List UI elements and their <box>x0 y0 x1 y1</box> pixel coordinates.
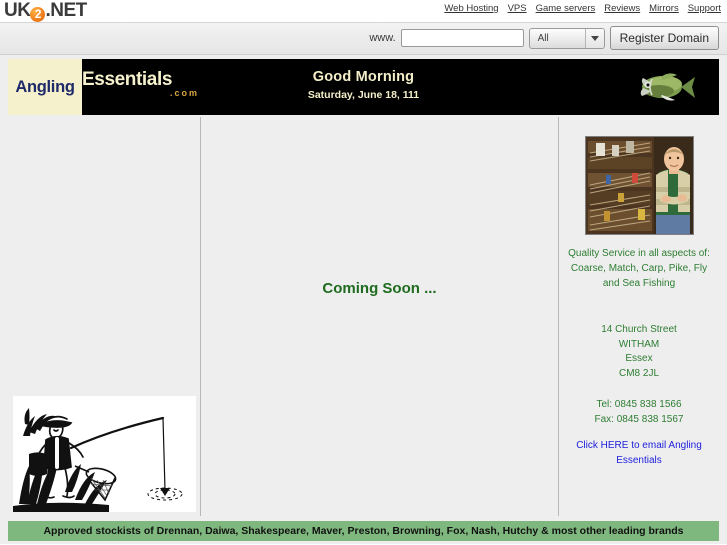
email-link[interactable]: Click HERE to email Angling Essentials <box>565 439 713 468</box>
chevron-down-icon <box>584 28 604 48</box>
left-column <box>8 117 200 516</box>
phone-block: Tel: 0845 838 1566 Fax: 0845 838 1567 <box>559 398 719 427</box>
site-page: Angling Essentials .com Good Morning Sat… <box>0 55 727 544</box>
greeting-date: Saturday, June 18, 111 <box>307 89 420 101</box>
site-header-banner: Angling Essentials .com Good Morning Sat… <box>8 59 719 115</box>
center-column: Coming Soon ... <box>201 117 558 516</box>
nav-link-vps[interactable]: VPS <box>508 3 527 14</box>
domain-search-bar: www. All Register Domain <box>0 22 727 55</box>
tld-select[interactable]: All <box>528 27 605 49</box>
stockists-text: Approved stockists of Drennan, Daiwa, Sh… <box>43 525 684 537</box>
greeting-text: Good Morning <box>312 69 415 85</box>
address-line-2: WITHAM <box>618 338 660 350</box>
nav-link-web-hosting[interactable]: Web Hosting <box>444 3 498 14</box>
www-prefix-label: www. <box>369 32 396 44</box>
register-domain-button[interactable]: Register Domain <box>609 26 719 50</box>
fax-number: Fax: 0845 838 1567 <box>594 413 684 425</box>
fisherman-illustration <box>13 396 196 512</box>
telephone-number: Tel: 0845 838 1566 <box>596 399 682 410</box>
nav-link-reviews[interactable]: Reviews <box>604 3 640 14</box>
uk2-logo-prefix: UK <box>4 0 31 21</box>
quality-service-text: Quality Service in all aspects of: Coars… <box>568 248 710 289</box>
uk2-globe-icon: 2 <box>30 7 46 22</box>
uk2-nav: Web Hosting VPS Game servers Reviews Mirrors… <box>435 3 721 14</box>
tld-select-value: All <box>537 32 549 44</box>
fish-image <box>640 73 695 101</box>
uk2-top-bar: UK 2 .NET Web Hosting VPS Game servers Review… <box>0 0 727 22</box>
uk2-logo[interactable]: UK 2 .NET <box>4 1 87 22</box>
domain-name-input[interactable] <box>400 29 524 47</box>
tackle-shop-photo <box>584 136 694 235</box>
address-line-3: Essex <box>625 353 653 364</box>
nav-link-support[interactable]: Support <box>688 3 721 14</box>
stockists-banner: Approved stockists of Drennan, Daiwa, Sh… <box>8 521 719 541</box>
nav-link-mirrors[interactable]: Mirrors <box>649 3 679 14</box>
right-column: Quality Service in all aspects of: Coars… <box>559 117 719 516</box>
address-line-4: CM8 2JL <box>618 367 659 379</box>
address-block: 14 Church Street WITHAM Essex CM8 2JL <box>559 323 719 381</box>
content-columns: Coming Soon ... Quality Service in all a… <box>8 117 719 516</box>
address-line-1: 14 Church Street <box>601 324 677 335</box>
nav-link-game-servers[interactable]: Game servers <box>536 3 596 14</box>
domain-search-group: www. All Register Domain <box>369 26 719 50</box>
coming-soon-message: Coming Soon ... <box>322 280 437 297</box>
greeting-block: Good Morning Saturday, June 18, 111 <box>8 69 719 101</box>
uk2-logo-suffix: .NET <box>45 0 87 21</box>
